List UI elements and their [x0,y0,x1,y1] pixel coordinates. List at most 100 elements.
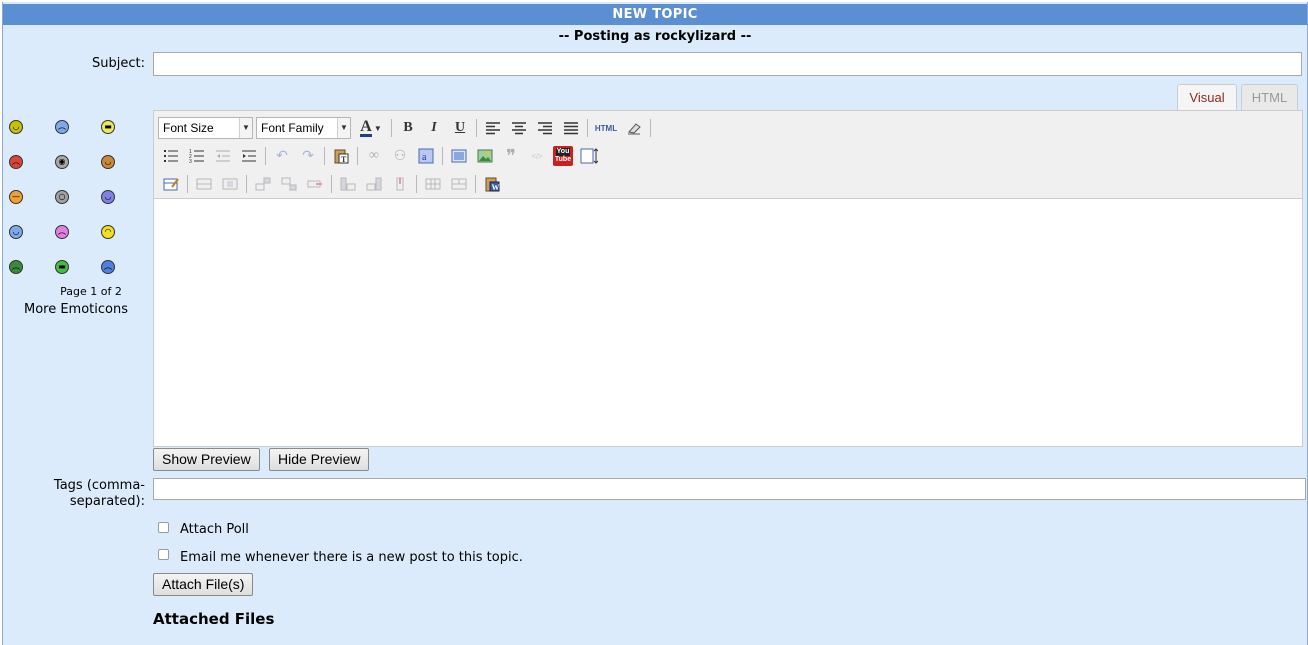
eraser-icon[interactable] [624,118,644,138]
hide-preview-button[interactable]: Hide Preview [269,448,370,471]
editor-toolbar: Font Size ▼ Font Family ▼ A ▼ B I U HTML… [154,111,1302,199]
chevron-down-icon: ▼ [239,118,252,138]
emoticon-green-grin-icon[interactable]: ▬ [55,260,69,274]
blockquote-icon[interactable]: ❞ [501,146,521,166]
attach-files-button[interactable]: Attach File(s) [153,573,254,596]
insert-col-before-icon[interactable] [338,174,358,194]
bullet-list-icon[interactable] [161,146,181,166]
toolbar-separator [331,175,332,193]
font-family-select[interactable]: Font Family ▼ [256,117,351,139]
link-icon[interactable]: ∞ [364,146,384,166]
bold-icon[interactable]: B [398,118,418,138]
align-justify-icon[interactable] [561,118,581,138]
toolbar-separator [475,175,476,193]
toolbar-separator [587,119,588,137]
youtube-glyph-bottom: Tube [554,156,572,163]
emoticon-angry-icon[interactable]: ︵ [9,155,23,169]
toolbar-separator [187,175,188,193]
toolbar-separator [324,147,325,165]
emoticon-sad-icon[interactable]: ︵ [55,120,69,134]
toolbar-separator [391,119,392,137]
subject-label: Subject: [92,56,145,71]
toolbar-separator [265,147,266,165]
chevron-down-icon: ▼ [337,118,350,138]
font-size-select[interactable]: Font Size ▼ [158,117,253,139]
font-color-icon[interactable]: A ▼ [357,118,385,138]
redo-icon[interactable]: ↷ [298,146,318,166]
edit-table-icon[interactable] [161,174,181,194]
insert-row-before-icon[interactable] [253,174,273,194]
editor-content-area[interactable] [154,199,1302,446]
youtube-icon[interactable]: You Tube [553,146,573,166]
emoticon-cool-icon[interactable]: ◉ [55,155,69,169]
form-title: NEW TOPIC [3,4,1307,25]
emoticon-wink-purple-icon[interactable]: ◡ [101,190,115,204]
paste-word-icon[interactable]: W [482,174,502,194]
align-center-icon[interactable] [509,118,529,138]
insert-row-after-icon[interactable] [279,174,299,194]
html-icon[interactable]: HTML [594,118,618,138]
emoticon-tongue-icon[interactable]: ◡ [101,155,115,169]
image-icon[interactable] [449,146,469,166]
emoticon-grin-icon[interactable]: ◡ [9,120,23,134]
attach-poll-checkbox[interactable] [158,522,169,533]
font-family-select-value: Font Family [261,121,324,135]
insert-col-after-icon[interactable] [364,174,384,194]
toolbar-separator [476,119,477,137]
tags-label-line1: Tags (comma- [53,478,145,493]
toolbar-separator [357,147,358,165]
delete-row-icon[interactable] [305,174,325,194]
emoticon-sick-icon[interactable]: ︵ [9,260,23,274]
insert-image-icon[interactable] [475,146,495,166]
outdent-icon[interactable] [213,146,233,166]
toolbar-row-3: W [158,172,505,196]
align-right-icon[interactable] [535,118,555,138]
youtube-glyph-top: You [555,148,571,156]
tab-visual[interactable]: Visual [1177,84,1237,112]
toolbar-separator [246,175,247,193]
tags-label: Tags (comma- separated): [23,478,145,510]
attach-poll-label: Attach Poll [180,522,249,537]
undo-icon[interactable]: ↶ [272,146,292,166]
svg-text:W: W [492,183,500,192]
table-row-icon[interactable] [194,174,214,194]
toolbar-separator [416,175,417,193]
svg-text:T: T [341,155,347,164]
new-topic-form: NEW TOPIC -- Posting as rockylizard -- S… [2,2,1308,645]
underline-icon[interactable]: U [450,118,470,138]
fullscreen-icon[interactable] [579,146,599,166]
emoticon-neutral-icon[interactable]: — [9,190,23,204]
svg-text:a: a [422,152,427,163]
toolbar-separator [650,119,651,137]
show-preview-button[interactable]: Show Preview [153,448,260,471]
merge-cells-icon[interactable] [449,174,469,194]
unlink-icon[interactable]: ⚇ [390,146,410,166]
emoticon-cry-icon[interactable]: ︵ [101,260,115,274]
numbered-list-icon[interactable]: 123 [187,146,207,166]
anchor-icon[interactable]: a [416,146,436,166]
emoticon-laugh-icon[interactable]: ▬ [101,120,115,134]
svg-text:3: 3 [189,159,192,163]
delete-col-icon[interactable] [390,174,410,194]
emoticon-yellow-wink-icon[interactable]: ◠ [101,225,115,239]
tab-html[interactable]: HTML [1241,84,1298,111]
emoticon-page-info: Page 1 of 2 [60,285,122,298]
font-size-select-value: Font Size [163,121,214,135]
email-notify-label: Email me whenever there is a new post to… [180,550,523,565]
emoticon-pink-sad-icon[interactable]: ︵ [55,225,69,239]
subject-input[interactable] [153,52,1302,76]
emoticon-blue-smile-icon[interactable]: ◡ [9,225,23,239]
code-icon[interactable]: </> [527,146,547,166]
tags-label-line2: separated): [69,494,145,509]
email-notify-checkbox[interactable] [158,549,169,560]
tags-input[interactable] [153,478,1306,500]
split-cells-icon[interactable] [423,174,443,194]
indent-icon[interactable] [239,146,259,166]
more-emoticons-link[interactable]: More Emoticons [8,302,144,317]
italic-icon[interactable]: I [424,118,444,138]
chevron-down-icon: ▼ [373,123,382,133]
align-left-icon[interactable] [483,118,503,138]
paste-text-icon[interactable]: T [331,146,351,166]
emoticon-shocked-icon[interactable]: ○ [55,190,69,204]
table-cell-icon[interactable] [220,174,240,194]
